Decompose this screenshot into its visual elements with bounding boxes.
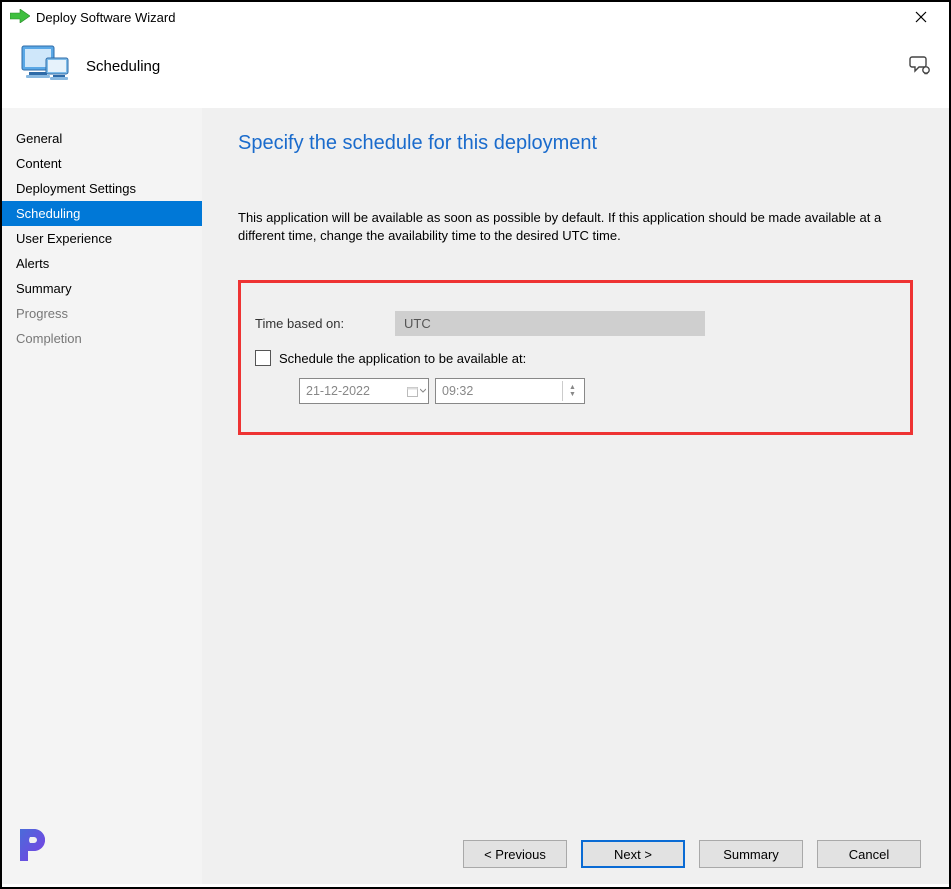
sidebar-item-summary[interactable]: Summary xyxy=(2,276,202,301)
available-date-input[interactable]: 21-12-2022 xyxy=(299,378,429,404)
sidebar-item-general[interactable]: General xyxy=(2,126,202,151)
sidebar-item-user-experience[interactable]: User Experience xyxy=(2,226,202,251)
highlight-box: Time based on: UTC Schedule the applicat… xyxy=(238,280,913,435)
sidebar-item-scheduling[interactable]: Scheduling xyxy=(2,201,202,226)
time-spinner[interactable]: ▲ ▼ xyxy=(562,381,582,401)
sidebar-item-deployment-settings[interactable]: Deployment Settings xyxy=(2,176,202,201)
sidebar-item-alerts[interactable]: Alerts xyxy=(2,251,202,276)
time-based-select[interactable]: UTC xyxy=(395,311,705,336)
titlebar: Deploy Software Wizard xyxy=(2,2,949,32)
sidebar: GeneralContentDeployment SettingsSchedul… xyxy=(2,108,202,884)
wizard-arrow-icon xyxy=(10,9,30,26)
available-time-input[interactable]: 09:32 ▲ ▼ xyxy=(435,378,585,404)
brand-logo xyxy=(14,823,58,870)
window-title: Deploy Software Wizard xyxy=(36,10,901,25)
next-button[interactable]: Next > xyxy=(581,840,685,868)
calendar-icon xyxy=(406,381,426,401)
sidebar-item-completion[interactable]: Completion xyxy=(2,326,202,351)
schedule-available-label: Schedule the application to be available… xyxy=(279,351,526,366)
chevron-down-icon xyxy=(420,388,426,394)
description-text: This application will be available as so… xyxy=(238,209,913,244)
close-button[interactable] xyxy=(901,3,941,31)
chevron-up-icon: ▲ xyxy=(569,384,576,391)
main-heading: Specify the schedule for this deployment xyxy=(238,132,913,155)
time-based-value: UTC xyxy=(404,316,431,331)
sidebar-item-content[interactable]: Content xyxy=(2,151,202,176)
main-panel: Specify the schedule for this deployment… xyxy=(202,108,949,884)
chevron-down-icon: ▼ xyxy=(569,391,576,398)
schedule-available-checkbox[interactable] xyxy=(255,350,271,366)
wizard-button-bar: < Previous Next > Summary Cancel xyxy=(463,840,921,868)
available-time-value: 09:32 xyxy=(442,384,473,398)
header-band: Scheduling xyxy=(2,32,949,107)
feedback-icon[interactable] xyxy=(909,54,931,79)
previous-button[interactable]: < Previous xyxy=(463,840,567,868)
computer-icon xyxy=(20,42,70,91)
summary-button[interactable]: Summary xyxy=(699,840,803,868)
time-based-label: Time based on: xyxy=(255,316,395,331)
close-icon xyxy=(915,11,927,23)
cancel-button[interactable]: Cancel xyxy=(817,840,921,868)
page-title: Scheduling xyxy=(86,58,909,75)
available-date-value: 21-12-2022 xyxy=(306,384,370,398)
content-area: GeneralContentDeployment SettingsSchedul… xyxy=(2,107,949,884)
sidebar-item-progress[interactable]: Progress xyxy=(2,301,202,326)
